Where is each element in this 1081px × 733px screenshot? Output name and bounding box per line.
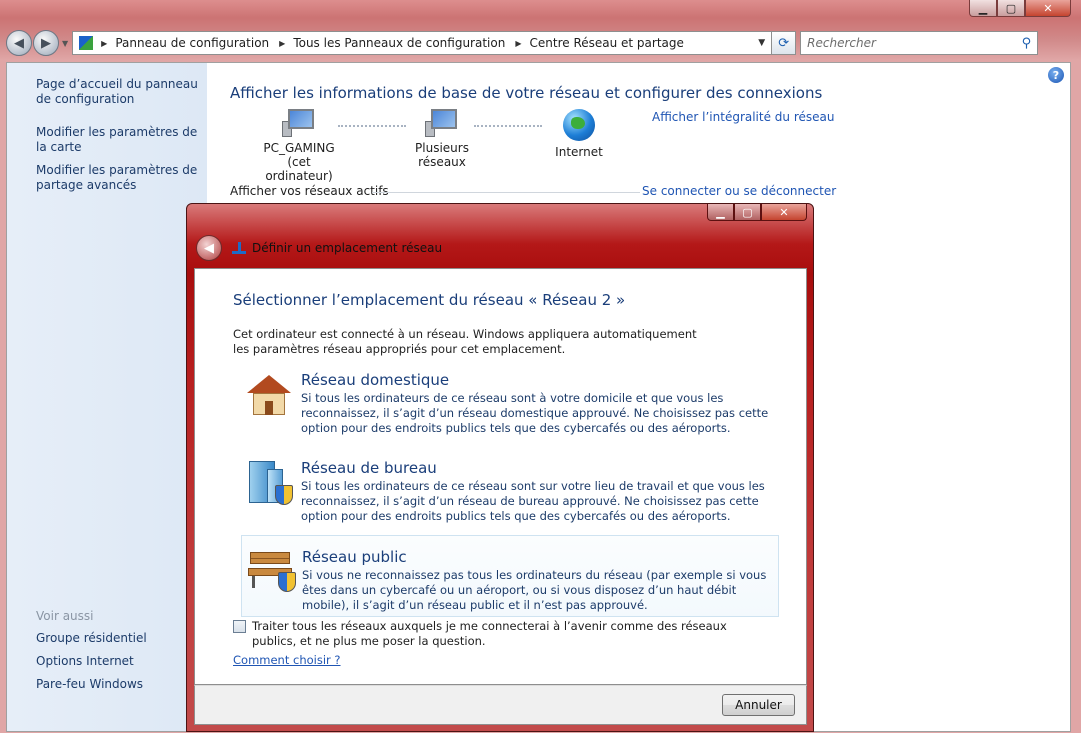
forward-button[interactable]: ▶ <box>33 30 59 56</box>
how-to-choose-link[interactable]: Comment choisir ? <box>233 653 341 667</box>
option-work-network[interactable]: Réseau de bureau Si tous les ordinateurs… <box>241 457 779 539</box>
network-location-dialog: ▁ ▢ ✕ ◀ Définir un emplacement réseau Sé… <box>186 203 814 732</box>
see-also-label: Voir aussi <box>36 609 94 623</box>
connect-disconnect-link[interactable]: Se connecter ou se déconnecter <box>642 184 836 198</box>
sidebar-link-windows-firewall[interactable]: Pare-feu Windows <box>36 677 201 692</box>
dialog-heading: Sélectionner l’emplacement du réseau « R… <box>233 291 626 309</box>
address-dropdown-icon[interactable]: ▼ <box>758 38 765 48</box>
breadcrumb-control-panel[interactable]: Panneau de configuration <box>115 36 269 50</box>
navigation-bar: ◀ ▶ ▼ ▶ Panneau de configuration ▶ Tous … <box>6 28 1071 58</box>
search-icon[interactable]: ⚲ <box>1022 36 1032 51</box>
search-placeholder: Rechercher <box>807 36 876 50</box>
park-bench-icon <box>246 546 296 592</box>
refresh-icon: ⟳ <box>778 35 790 51</box>
breadcrumb-arrow-icon[interactable]: ▶ <box>279 39 285 48</box>
sidebar-link-internet-options[interactable]: Options Internet <box>36 654 201 669</box>
node-networks[interactable]: Plusieurs réseaux <box>392 109 492 169</box>
house-icon <box>245 373 293 417</box>
shield-icon <box>275 485 293 505</box>
dialog-intro: Cet ordinateur est connecté à un réseau.… <box>233 327 697 356</box>
maximize-button[interactable]: ▢ <box>997 0 1025 17</box>
sidebar-link-adapter-settings[interactable]: Modifier les paramètres de la carte <box>36 125 201 155</box>
network-icon <box>232 242 246 254</box>
help-icon[interactable]: ? <box>1048 67 1064 83</box>
sidebar-link-control-panel-home[interactable]: Page d’accueil du panneau de configurati… <box>36 77 201 107</box>
node-internet[interactable]: Internet <box>544 109 614 159</box>
sidebar-link-homegroup[interactable]: Groupe résidentiel <box>36 631 201 646</box>
dialog-title-text: Définir un emplacement réseau <box>252 241 443 255</box>
treat-all-public-row: Traiter tous les réseaux auxquels je me … <box>233 619 773 649</box>
cancel-button[interactable]: Annuler <box>722 694 795 716</box>
breadcrumb-all-panels[interactable]: Tous les Panneaux de configuration <box>293 36 505 50</box>
dialog-footer: Annuler <box>194 685 807 725</box>
computer-name: PC_GAMING <box>263 141 335 155</box>
address-bar[interactable]: ▶ Panneau de configuration ▶ Tous les Pa… <box>72 31 773 55</box>
refresh-button[interactable]: ⟳ <box>772 31 797 55</box>
multiple-networks-icon <box>425 109 459 137</box>
node-computer[interactable]: PC_GAMING (cet ordinateur) <box>254 109 344 183</box>
minimize-button[interactable]: ▁ <box>969 0 997 17</box>
dialog-window-controls: ▁ ▢ ✕ <box>707 204 807 221</box>
computer-subtitle: (cet ordinateur) <box>265 155 333 183</box>
arrow-right-icon: ▶ <box>41 35 51 51</box>
dialog-maximize-button[interactable]: ▢ <box>734 204 761 221</box>
arrow-left-icon: ◀ <box>204 240 214 256</box>
office-building-icon <box>245 461 293 505</box>
dialog-minimize-button[interactable]: ▁ <box>707 204 734 221</box>
option-home-title: Réseau domestique <box>301 371 450 389</box>
dialog-body: Sélectionner l’emplacement du réseau « R… <box>194 268 807 685</box>
recent-pages-dropdown[interactable]: ▼ <box>62 39 68 48</box>
option-work-title: Réseau de bureau <box>301 459 437 477</box>
search-input[interactable]: Rechercher ⚲ <box>800 31 1039 55</box>
breadcrumb-network-center[interactable]: Centre Réseau et partage <box>530 36 684 50</box>
option-work-description: Si tous les ordinateurs de ce réseau son… <box>301 479 765 523</box>
sidebar: Page d’accueil du panneau de configurati… <box>7 63 207 731</box>
dialog-back-button[interactable]: ◀ <box>196 235 222 261</box>
dialog-close-button[interactable]: ✕ <box>761 204 807 221</box>
treat-all-public-label[interactable]: Traiter tous les réseaux auxquels je me … <box>252 619 773 649</box>
treat-all-public-checkbox[interactable] <box>233 620 246 633</box>
option-public-network[interactable]: Réseau public Si vous ne reconnaissez pa… <box>241 535 779 617</box>
arrow-left-icon: ◀ <box>14 35 24 51</box>
option-home-description: Si tous les ordinateurs de ce réseau son… <box>301 391 769 435</box>
page-title: Afficher les informations de base de vot… <box>230 84 823 102</box>
back-button[interactable]: ◀ <box>6 30 32 56</box>
control-panel-icon <box>79 36 94 50</box>
option-home-network[interactable]: Réseau domestique Si tous les ordinateur… <box>241 369 779 451</box>
internet-label: Internet <box>555 145 603 159</box>
connection-line <box>474 125 542 127</box>
networks-label: Plusieurs réseaux <box>415 141 469 169</box>
dialog-title: Définir un emplacement réseau <box>232 241 442 255</box>
computer-icon <box>282 109 316 137</box>
active-networks-label: Afficher vos réseaux actifs <box>230 184 389 198</box>
option-public-description: Si vous ne reconnaissez pas tous les ord… <box>302 568 767 612</box>
section-divider <box>372 192 640 193</box>
breadcrumb-arrow-icon[interactable]: ▶ <box>515 39 521 48</box>
option-public-title: Réseau public <box>302 548 407 566</box>
shield-icon <box>278 572 296 592</box>
sidebar-link-advanced-sharing[interactable]: Modifier les paramètres de partage avanc… <box>36 163 201 193</box>
close-button[interactable]: ✕ <box>1025 0 1071 17</box>
breadcrumb-arrow-icon[interactable]: ▶ <box>101 39 107 48</box>
view-full-map-link[interactable]: Afficher l’intégralité du réseau <box>652 110 834 124</box>
globe-icon <box>563 109 595 141</box>
window-controls: ▁ ▢ ✕ <box>969 0 1071 17</box>
